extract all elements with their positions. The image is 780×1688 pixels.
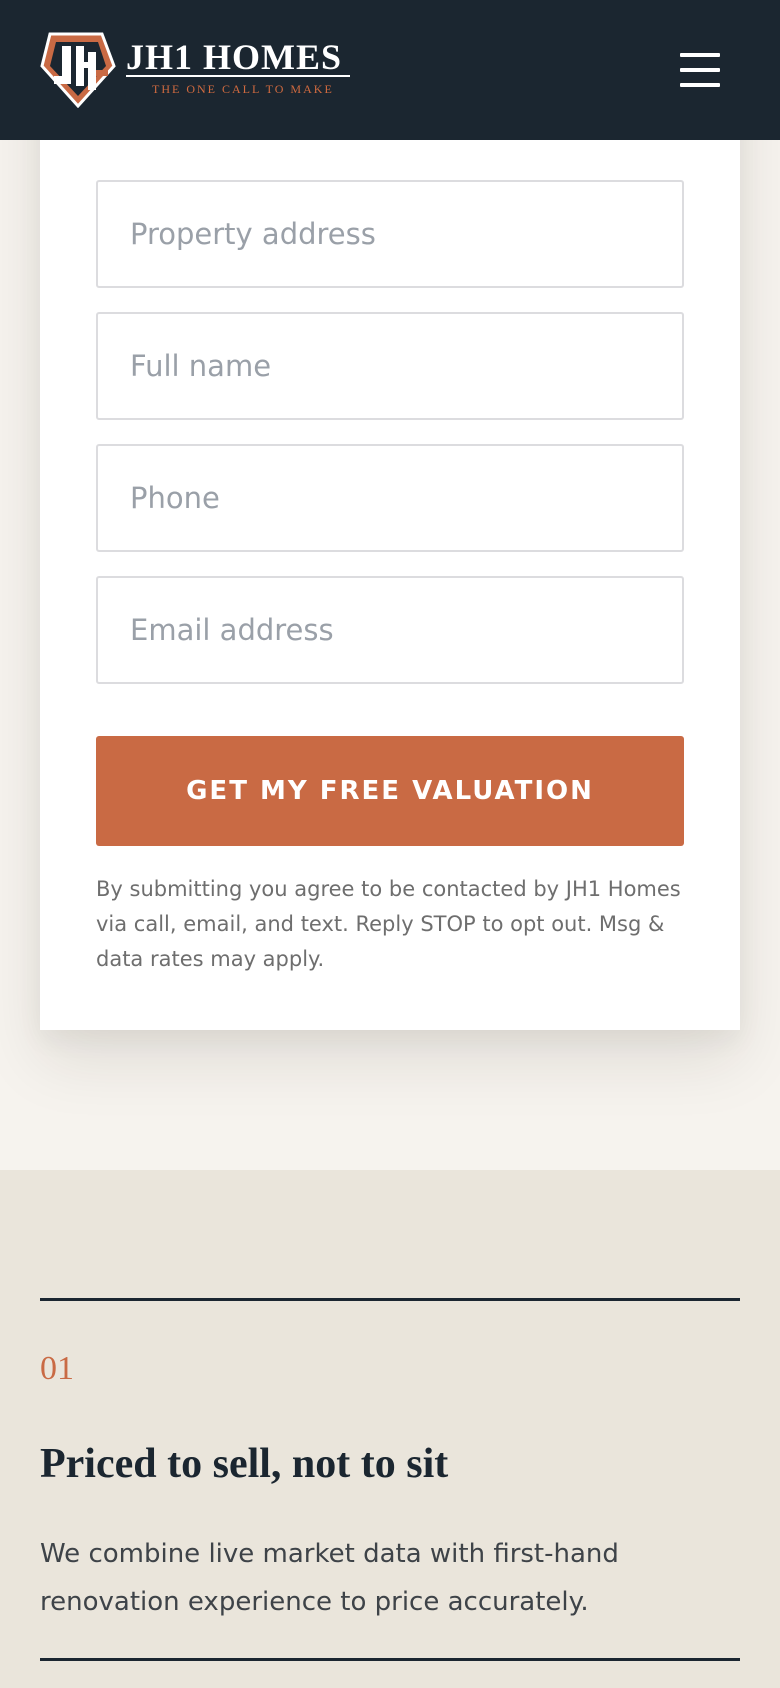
phone-input[interactable]: [96, 444, 684, 552]
get-free-valuation-button[interactable]: GET MY FREE VALUATION: [96, 736, 684, 846]
features-section: 01 Priced to sell, not to sit We combine…: [0, 1170, 780, 1688]
email-input[interactable]: [96, 576, 684, 684]
site-header: JH1 HOMES THE ONE CALL TO MAKE: [0, 0, 780, 140]
menu-bar: [680, 68, 720, 72]
hamburger-menu-icon[interactable]: [666, 48, 734, 92]
page: JH1 HOMES THE ONE CALL TO MAKE GET MY FR…: [0, 0, 780, 1688]
menu-bar: [680, 53, 720, 57]
section-divider: [40, 1658, 740, 1661]
menu-bar: [680, 83, 720, 87]
step-title: Priced to sell, not to sit: [40, 1441, 449, 1487]
consent-disclaimer: By submitting you agree to be contacted …: [96, 877, 681, 971]
property-address-input[interactable]: [96, 180, 684, 288]
jh1-logo-icon: [40, 32, 116, 108]
step-description: We combine live market data with first-h…: [40, 1539, 619, 1617]
valuation-form-card: GET MY FREE VALUATION By submitting you …: [40, 0, 740, 1030]
brand-divider: [126, 75, 350, 77]
brand-name: JH1 HOMES: [126, 37, 343, 77]
full-name-input[interactable]: [96, 312, 684, 420]
brand-logo[interactable]: JH1 HOMES THE ONE CALL TO MAKE: [40, 30, 360, 110]
section-divider: [40, 1298, 740, 1301]
step-number: 01: [40, 1350, 74, 1387]
brand-tagline: THE ONE CALL TO MAKE: [152, 82, 334, 96]
